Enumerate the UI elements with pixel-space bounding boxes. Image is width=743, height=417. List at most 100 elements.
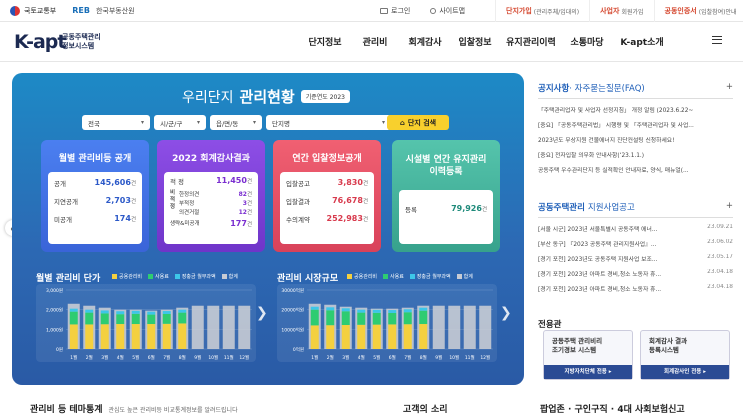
stat-row: 미공개 174건 bbox=[54, 214, 136, 224]
cert-link[interactable]: 공동인증서 (입찰참여)안내 bbox=[653, 0, 743, 22]
bar-segment bbox=[162, 323, 171, 349]
bar-segment bbox=[69, 308, 78, 312]
more-icon[interactable]: + bbox=[726, 82, 733, 94]
x-tick-label: 5월 bbox=[132, 354, 139, 361]
bar-segment bbox=[403, 312, 412, 325]
nav-item-about[interactable]: K-apt소개 bbox=[612, 35, 672, 48]
bar-segment bbox=[69, 311, 78, 325]
bar-total bbox=[222, 305, 235, 349]
stat-row: 입찰결과 76,678건 bbox=[286, 196, 368, 206]
x-tick-label: 7월 bbox=[163, 354, 170, 361]
popup-zone-heading: 팝업존 · 구인구직 · 4대 사회보험신고 bbox=[540, 405, 685, 415]
bar-segment bbox=[116, 324, 125, 349]
card-maintenance-history[interactable]: 시설별 연간 유지관리 이력등록 등록 79,926건 bbox=[392, 140, 500, 252]
nav-item-complex[interactable]: 단지정보 bbox=[300, 35, 350, 48]
bar-segment bbox=[419, 307, 428, 311]
bar-segment bbox=[326, 307, 335, 311]
bar-segment bbox=[326, 310, 335, 326]
complex-name-select[interactable]: 단지명 bbox=[266, 115, 391, 130]
chart1-next-icon[interactable]: ❯ bbox=[256, 305, 268, 321]
support-section: 공동주택관리 지원사업공고 + [서울 시군] 2023년 서울특별시 공동주택 … bbox=[538, 201, 733, 299]
faq-tab[interactable]: · 자주묻는질문(FAQ) bbox=[569, 84, 644, 94]
x-tick-label: 2월 bbox=[327, 354, 334, 361]
nav-item-fee[interactable]: 관리비 bbox=[350, 35, 400, 48]
bar-segment bbox=[131, 324, 140, 349]
legend-item: 사용료 bbox=[383, 273, 404, 280]
notice-section: 공지사항· 자주묻는질문(FAQ) + 「주택관리업자 및 사업자 선정지침」 개… bbox=[538, 82, 733, 180]
nav-item-community[interactable]: 소통마당 bbox=[562, 35, 612, 48]
reb-logo: REB bbox=[72, 6, 90, 15]
list-item[interactable]: [경기 포천] 2023년도 공동주택 지원사업 보조... 23.05.17 bbox=[538, 254, 733, 269]
stat-row: 부적정 3건 bbox=[179, 200, 252, 207]
bar-segment bbox=[372, 324, 381, 349]
nav-item-audit[interactable]: 회계감사 bbox=[400, 35, 450, 48]
y-tick-label: 0억원 bbox=[293, 346, 304, 353]
legend-item: 합계 bbox=[221, 273, 238, 280]
y-tick-label: 3,000원 bbox=[46, 287, 63, 294]
more-icon[interactable]: + bbox=[726, 201, 733, 213]
list-item[interactable]: 공동주택 우수관리단지 등 실적확인 안내자료, 양식, 매뉴얼(... bbox=[538, 165, 733, 180]
x-tick-label: 2월 bbox=[86, 354, 93, 361]
list-item[interactable]: 「주택관리업자 및 사업자 선정지침」 개정 알림 (2023.6.22~ bbox=[538, 105, 733, 120]
bar-total bbox=[448, 305, 461, 349]
list-item[interactable]: [경기 포천] 2023년 아파트 경비,청소 노동자 휴... 23.04.18 bbox=[538, 284, 733, 299]
legend-swatch bbox=[112, 274, 117, 279]
bar-segment bbox=[69, 324, 78, 349]
hamburger-menu-icon[interactable] bbox=[712, 36, 722, 44]
bar-segment bbox=[116, 314, 125, 325]
year-select[interactable]: 기준연도 2023 bbox=[300, 90, 350, 103]
x-tick-label: 4월 bbox=[358, 354, 365, 361]
nav-item-maintenance[interactable]: 유지관리이력 bbox=[500, 35, 562, 48]
list-item[interactable]: [중요] 「공동주택관리법」 시행령 및 「주택관리업자 및 사업... bbox=[538, 120, 733, 135]
bar-segment bbox=[341, 311, 350, 326]
bar-segment bbox=[326, 325, 335, 349]
y-tick-label: 20000억원 bbox=[281, 307, 304, 314]
legend-swatch bbox=[456, 274, 462, 279]
nav-item-bid[interactable]: 입찰정보 bbox=[450, 35, 500, 48]
bar-segment bbox=[388, 313, 397, 325]
bar-segment bbox=[372, 312, 381, 325]
x-tick-label: 9월 bbox=[435, 354, 442, 361]
chart2-next-icon[interactable]: ❯ bbox=[500, 305, 512, 321]
bar-segment bbox=[419, 324, 428, 349]
region-select[interactable]: 전국 bbox=[82, 115, 150, 130]
card-audit-result[interactable]: 2022 회계감사결과 적 정 11,450건 비적정 한정의견 82건 부적정 3건… bbox=[157, 140, 265, 252]
login-link[interactable]: 로그인 bbox=[380, 6, 410, 16]
list-item[interactable]: 2023년도 무상지원 건물에너지 진단컨설팅 신청하세요! bbox=[538, 135, 733, 150]
bar-segment bbox=[131, 313, 140, 325]
bar-segment bbox=[100, 313, 109, 325]
legend-swatch bbox=[174, 274, 180, 279]
x-tick-label: 11월 bbox=[465, 354, 475, 361]
town-select[interactable]: 읍/면/동 bbox=[210, 115, 262, 130]
list-item[interactable]: [부산 동구] 『2023 공동주택 관리지원사업』... 23.06.02 bbox=[538, 239, 733, 254]
y-tick-label: 30000억원 bbox=[281, 287, 304, 294]
x-tick-label: 1월 bbox=[70, 354, 77, 361]
x-tick-label: 8월 bbox=[179, 354, 186, 361]
card-monthly-fee[interactable]: 월별 관리비등 공개 공개 145,606건 지연공개 2,703건 미공개 174건 bbox=[41, 140, 149, 252]
notice-tab[interactable]: 공지사항 bbox=[538, 84, 569, 94]
y-tick-label: 2,000원 bbox=[46, 307, 63, 314]
bar-segment bbox=[357, 324, 366, 349]
list-item[interactable]: [중요] 전자입찰 의무화 안내사항(‘23.1.1.) bbox=[538, 150, 733, 165]
bar-segment bbox=[403, 309, 412, 313]
list-item[interactable]: [서울 시군] 2023년 서울특별시 공동주택 에너... 23.09.21 bbox=[538, 224, 733, 239]
complex-search-button[interactable]: ⌂ 단지 검색 bbox=[387, 115, 449, 130]
x-tick-label: 1월 bbox=[311, 354, 318, 361]
panel-title: 우리단지 관리현황 기준연도 2023 bbox=[182, 86, 350, 107]
early-warning-system-link[interactable]: 공동주택 관리비리 조기경보 시스템 지방자치단체 전용 ▸ bbox=[543, 330, 633, 380]
bar-total bbox=[479, 305, 492, 349]
bar-segment bbox=[388, 324, 397, 349]
non-proper-label: 비적정 bbox=[170, 190, 176, 210]
card-bid-info[interactable]: 연간 입찰정보공개 입찰공고 3,830건 입찰결과 76,678건 수의계약 252… bbox=[273, 140, 381, 252]
chart2-legend: 공용관리비 사용료 장충금 월부과액 합계 bbox=[347, 273, 473, 280]
sitemap-link[interactable]: 사이트맵 bbox=[430, 6, 465, 16]
join-complex-link[interactable]: 단지가입 (관리주체/입대의) bbox=[495, 0, 589, 22]
list-item[interactable]: [경기 포천] 2023년 아파트 경비,청소 노동자 휴... 23.04.18 bbox=[538, 269, 733, 284]
audit-registration-link[interactable]: 회계감사 결과 등록시스템 회계감사인 전용 ▸ bbox=[640, 330, 730, 380]
legend-item: 사용료 bbox=[148, 273, 169, 280]
join-business-link[interactable]: 사업자 회원가입 bbox=[589, 0, 653, 22]
ministry-logo[interactable]: 국토교통부 REB 한국부동산원 bbox=[10, 5, 135, 16]
city-select[interactable]: 시/군/구 bbox=[154, 115, 206, 130]
kapt-logo[interactable]: K-apt bbox=[14, 31, 66, 53]
bar-segment bbox=[341, 308, 350, 312]
